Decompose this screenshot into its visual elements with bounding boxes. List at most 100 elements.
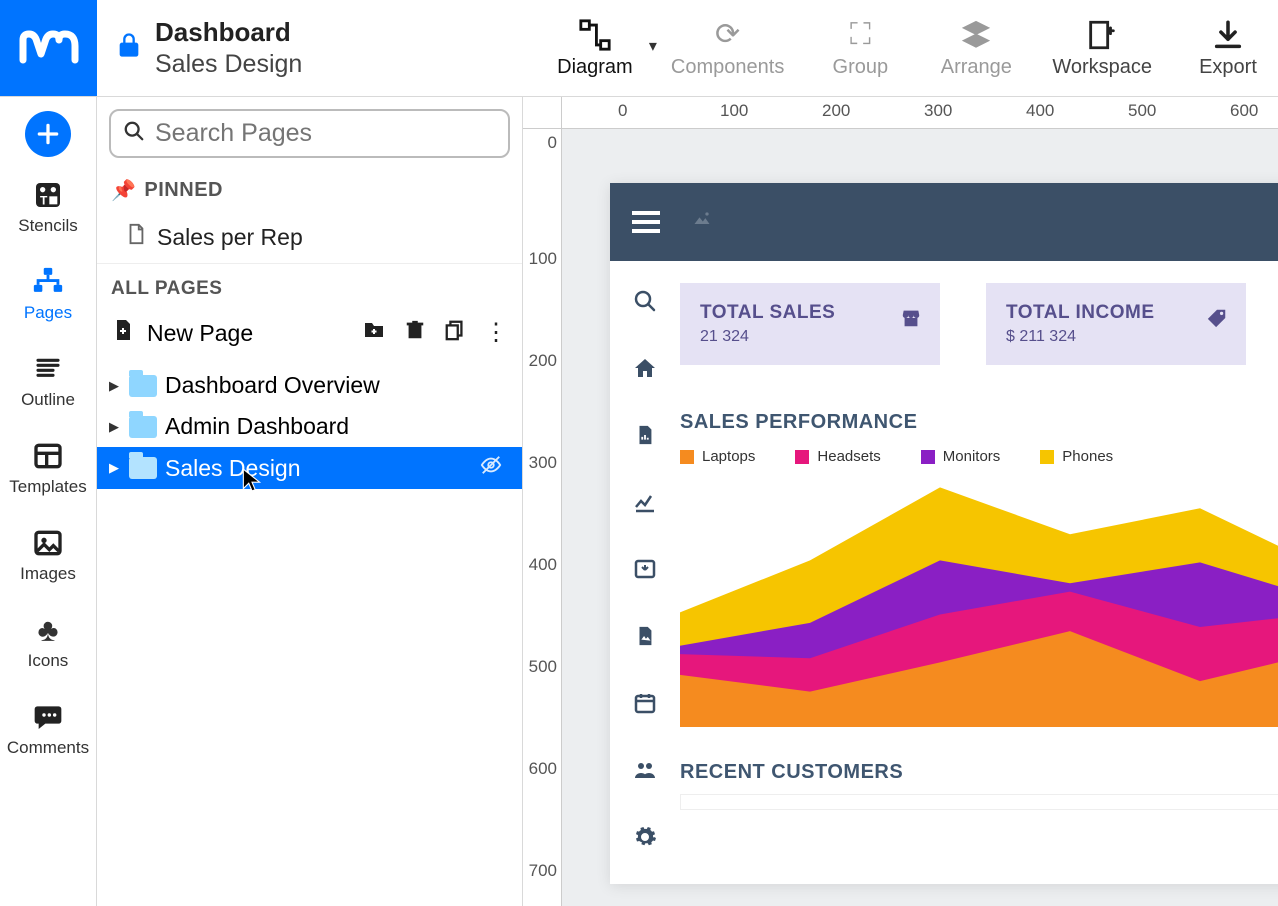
images-icon — [32, 525, 64, 561]
plus-icon — [35, 121, 61, 147]
mockup-frame[interactable]: TOTAL SALES 21 324 TOTAL INCOME $ 211 32… — [610, 183, 1278, 884]
more-icon[interactable]: ⋮ — [484, 318, 508, 349]
toolbar-group-label: Group — [833, 56, 889, 79]
new-page-icon[interactable] — [111, 316, 135, 351]
calendar-icon[interactable] — [633, 691, 657, 722]
store-icon — [900, 307, 922, 335]
ruler-vertical[interactable]: 0 100 200 300 400 500 600 700 — [523, 129, 562, 906]
rail-templates[interactable]: Templates — [0, 430, 96, 505]
group-icon: ⛶ — [843, 18, 877, 52]
new-page-label[interactable]: New Page — [147, 320, 253, 347]
search-icon[interactable] — [633, 289, 657, 320]
toolbar-diagram-label: Diagram — [557, 56, 633, 79]
file-chart-icon[interactable] — [634, 423, 656, 454]
mockup-sidebar — [610, 261, 680, 884]
ruler-mark: 400 — [1026, 101, 1054, 121]
legend-label: Monitors — [943, 448, 1001, 465]
tree-item-label: Sales Design — [165, 455, 301, 482]
download-icon — [1211, 18, 1245, 52]
rail-images[interactable]: Images — [0, 517, 96, 592]
legend-item[interactable]: Headsets — [795, 448, 880, 465]
tag-icon — [1206, 307, 1228, 335]
rail-images-label: Images — [20, 564, 76, 584]
ruler-mark: 700 — [529, 861, 557, 881]
pages-search-input[interactable] — [155, 119, 496, 148]
ruler-mark: 200 — [822, 101, 850, 121]
hamburger-icon[interactable] — [632, 211, 660, 233]
duplicate-icon[interactable] — [444, 318, 466, 349]
card-value: 21 324 — [700, 328, 920, 346]
toolbar-workspace-label: Workspace — [1052, 56, 1152, 79]
tree-item[interactable]: ▶ Admin Dashboard — [97, 406, 522, 447]
legend-swatch — [1040, 450, 1054, 464]
pages-search[interactable] — [109, 109, 510, 158]
new-folder-icon[interactable] — [362, 318, 386, 349]
sales-area-chart[interactable] — [680, 477, 1278, 727]
tree-item-selected[interactable]: ▶ Sales Design — [97, 447, 522, 489]
section-title-recent: RECENT CUSTOMERS — [680, 761, 1278, 784]
templates-icon — [32, 438, 64, 474]
toolbar-group[interactable]: ⛶ Group — [820, 18, 900, 79]
add-button[interactable] — [25, 111, 71, 157]
toolbar-arrange-label: Arrange — [941, 56, 1012, 79]
pinned-item[interactable]: Sales per Rep — [97, 211, 522, 264]
canvas[interactable]: TOTAL SALES 21 324 TOTAL INCOME $ 211 32… — [562, 129, 1278, 906]
card-title: TOTAL INCOME — [1006, 302, 1226, 324]
ruler-mark: 100 — [720, 101, 748, 121]
all-pages-label: ALL PAGES — [97, 264, 522, 306]
doc-subtitle[interactable]: Sales Design — [155, 49, 302, 80]
rail-outline-label: Outline — [21, 390, 75, 410]
ruler-mark: 400 — [529, 555, 557, 575]
rail-stencils[interactable]: T Stencils — [0, 169, 96, 244]
comments-icon — [32, 699, 64, 735]
toolbar-components-label: Components — [671, 56, 784, 79]
toolbar-export[interactable]: Export — [1188, 18, 1268, 79]
toolbar-components[interactable]: ⟳ Components — [671, 18, 784, 79]
image-placeholder-icon — [690, 209, 714, 235]
rail-pages[interactable]: Pages — [0, 256, 96, 331]
workspace-icon — [1085, 18, 1119, 52]
icons-icon: ♣ — [38, 612, 59, 648]
inbox-icon[interactable] — [633, 557, 657, 588]
recent-customers-table — [680, 794, 1278, 810]
home-icon[interactable] — [633, 356, 657, 387]
rail-comments[interactable]: Comments — [0, 691, 96, 766]
rail-templates-label: Templates — [9, 477, 86, 497]
pages-tree: ▶ Dashboard Overview ▶ Admin Dashboard ▶… — [97, 361, 522, 489]
toolbar-diagram[interactable]: Diagram ▾ — [555, 18, 635, 79]
search-icon — [123, 120, 145, 148]
doc-title[interactable]: Dashboard — [155, 16, 302, 49]
ruler-mark: 500 — [529, 657, 557, 677]
chevron-right-icon[interactable]: ▶ — [107, 419, 121, 435]
rail-pages-label: Pages — [24, 303, 72, 323]
rail-icons[interactable]: ♣ Icons — [0, 604, 96, 679]
caret-down-icon[interactable]: ▾ — [649, 36, 657, 56]
delete-icon[interactable] — [404, 318, 426, 349]
app-logo[interactable] — [0, 0, 97, 96]
legend-item[interactable]: Monitors — [921, 448, 1001, 465]
hidden-icon[interactable] — [480, 454, 502, 482]
legend-swatch — [795, 450, 809, 464]
ruler-mark: 600 — [529, 759, 557, 779]
ruler-mark: 500 — [1128, 101, 1156, 121]
line-chart-icon[interactable] — [633, 490, 657, 521]
chevron-right-icon[interactable]: ▶ — [107, 378, 121, 394]
users-icon[interactable] — [632, 758, 658, 789]
stat-card-total-sales[interactable]: TOTAL SALES 21 324 — [680, 283, 940, 365]
tree-item[interactable]: ▶ Dashboard Overview — [97, 365, 522, 406]
gear-icon[interactable] — [633, 825, 657, 856]
legend-swatch — [921, 450, 935, 464]
legend-item[interactable]: Phones — [1040, 448, 1113, 465]
stat-card-total-income[interactable]: TOTAL INCOME $ 211 324 — [986, 283, 1246, 365]
ruler-horizontal[interactable]: 0 100 200 300 400 500 600 — [562, 97, 1278, 129]
chevron-right-icon[interactable]: ▶ — [107, 460, 121, 476]
legend-item[interactable]: Laptops — [680, 448, 755, 465]
section-title-sales: SALES PERFORMANCE — [680, 411, 1278, 434]
ruler-mark: 200 — [529, 351, 557, 371]
rail-outline[interactable]: Outline — [0, 343, 96, 418]
diagram-icon — [578, 18, 612, 52]
toolbar-arrange[interactable]: Arrange — [936, 18, 1016, 79]
toolbar-workspace[interactable]: Workspace — [1052, 18, 1152, 79]
legend-label: Phones — [1062, 448, 1113, 465]
picture-icon[interactable] — [634, 624, 656, 655]
